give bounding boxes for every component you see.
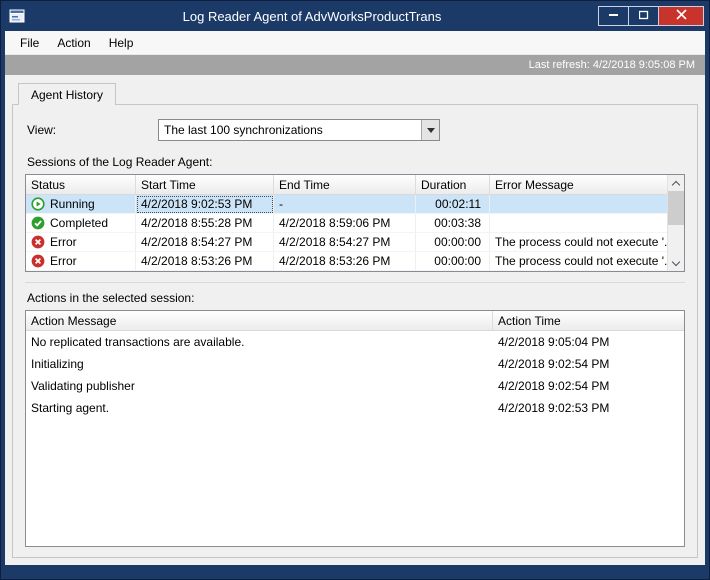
view-dropdown-value: The last 100 synchronizations bbox=[164, 123, 323, 137]
session-duration: 00:00:00 bbox=[416, 252, 490, 271]
session-status: Completed bbox=[50, 216, 109, 230]
action-time: 4/2/2018 9:02:54 PM bbox=[498, 357, 610, 371]
sessions-header: Status Start Time End Time Duration Erro… bbox=[26, 175, 684, 195]
session-duration: 00:02:11 bbox=[416, 195, 490, 214]
close-icon bbox=[675, 9, 687, 23]
sessions-table: Status Start Time End Time Duration Erro… bbox=[25, 174, 685, 272]
column-header-error-message[interactable]: Error Message bbox=[490, 175, 667, 194]
action-row[interactable]: Starting agent. 4/2/2018 9:02:53 PM bbox=[26, 397, 684, 419]
tab-agent-history[interactable]: Agent History bbox=[18, 83, 117, 105]
window-icon bbox=[9, 8, 25, 24]
close-button[interactable] bbox=[658, 6, 704, 26]
action-time: 4/2/2018 9:02:53 PM bbox=[498, 401, 610, 415]
error-status-icon bbox=[31, 235, 45, 249]
actions-table: Action Message Action Time No replicated… bbox=[25, 310, 685, 547]
action-message: Validating publisher bbox=[31, 379, 135, 393]
action-message: No replicated transactions are available… bbox=[31, 335, 245, 349]
column-header-duration[interactable]: Duration bbox=[416, 175, 490, 194]
session-status: Error bbox=[50, 254, 77, 268]
session-end-time: 4/2/2018 8:59:06 PM bbox=[274, 214, 416, 233]
agent-history-panel: View: The last 100 synchronizations Sess… bbox=[12, 104, 698, 558]
section-divider bbox=[25, 282, 685, 283]
session-error-message bbox=[490, 214, 667, 233]
column-header-start-time[interactable]: Start Time bbox=[136, 175, 274, 194]
maximize-button[interactable] bbox=[628, 6, 659, 26]
session-duration: 00:03:38 bbox=[416, 214, 490, 233]
view-dropdown[interactable]: The last 100 synchronizations bbox=[158, 119, 440, 141]
running-status-icon bbox=[31, 197, 45, 211]
minimize-button[interactable] bbox=[598, 6, 629, 26]
scroll-up-button[interactable] bbox=[668, 175, 684, 191]
action-time: 4/2/2018 9:02:54 PM bbox=[498, 379, 610, 393]
action-time: 4/2/2018 9:05:04 PM bbox=[498, 335, 610, 349]
log-reader-agent-window: Log Reader Agent of AdvWorksProductTrans… bbox=[0, 0, 710, 580]
session-end-time: 4/2/2018 8:54:27 PM bbox=[274, 233, 416, 252]
action-message: Initializing bbox=[31, 357, 84, 371]
menu-file[interactable]: File bbox=[11, 33, 48, 53]
session-end-time: 4/2/2018 8:53:26 PM bbox=[274, 252, 416, 271]
sessions-label: Sessions of the Log Reader Agent: bbox=[27, 155, 213, 169]
actions-label: Actions in the selected session: bbox=[27, 291, 195, 305]
session-error-message: The process could not execute '... bbox=[490, 233, 667, 252]
refresh-status-bar: Last refresh: 4/2/2018 9:05:08 PM bbox=[5, 55, 705, 75]
session-row[interactable]: Completed 4/2/2018 8:55:28 PM 4/2/2018 8… bbox=[26, 214, 684, 233]
action-message: Starting agent. bbox=[31, 401, 110, 415]
actions-header: Action Message Action Time bbox=[26, 311, 684, 331]
session-row[interactable]: Error 4/2/2018 8:54:27 PM 4/2/2018 8:54:… bbox=[26, 233, 684, 252]
session-start-time: 4/2/2018 9:02:53 PM bbox=[136, 195, 274, 214]
session-start-time: 4/2/2018 8:53:26 PM bbox=[136, 252, 274, 271]
session-start-time: 4/2/2018 8:55:28 PM bbox=[136, 214, 274, 233]
chevron-down-icon bbox=[671, 257, 681, 266]
column-header-action-time[interactable]: Action Time bbox=[493, 311, 684, 330]
tab-strip: Agent History bbox=[12, 82, 698, 105]
error-status-icon bbox=[31, 254, 45, 268]
session-status: Error bbox=[50, 235, 77, 249]
scroll-down-button[interactable] bbox=[668, 255, 684, 271]
scrollbar-thumb[interactable] bbox=[668, 191, 684, 225]
column-header-action-message[interactable]: Action Message bbox=[26, 311, 493, 330]
title-bar: Log Reader Agent of AdvWorksProductTrans bbox=[1, 1, 709, 31]
view-row: View: The last 100 synchronizations bbox=[27, 119, 685, 141]
action-row[interactable]: No replicated transactions are available… bbox=[26, 331, 684, 353]
menu-help[interactable]: Help bbox=[100, 33, 143, 53]
caption-buttons bbox=[598, 6, 704, 26]
chevron-down-icon bbox=[426, 127, 435, 133]
session-error-message: The process could not execute '... bbox=[490, 252, 667, 271]
session-error-message bbox=[490, 195, 667, 214]
menu-bar: File Action Help bbox=[5, 31, 705, 55]
window-body: File Action Help Last refresh: 4/2/2018 … bbox=[5, 31, 705, 565]
session-row[interactable]: Running 4/2/2018 9:02:53 PM - 00:02:11 bbox=[26, 195, 684, 214]
tab-control: Agent History View: The last 100 synchro… bbox=[5, 75, 705, 565]
action-row[interactable]: Validating publisher 4/2/2018 9:02:54 PM bbox=[26, 375, 684, 397]
session-row[interactable]: Error 4/2/2018 8:53:26 PM 4/2/2018 8:53:… bbox=[26, 252, 684, 271]
action-row[interactable]: Initializing 4/2/2018 9:02:54 PM bbox=[26, 353, 684, 375]
session-duration: 00:00:00 bbox=[416, 233, 490, 252]
dropdown-button[interactable] bbox=[421, 120, 439, 140]
session-start-time: 4/2/2018 8:54:27 PM bbox=[136, 233, 274, 252]
session-end-time: - bbox=[274, 195, 416, 214]
window-title: Log Reader Agent of AdvWorksProductTrans bbox=[182, 8, 442, 24]
column-header-end-time[interactable]: End Time bbox=[274, 175, 416, 194]
session-status: Running bbox=[50, 197, 95, 211]
minimize-icon bbox=[608, 9, 619, 23]
column-header-status[interactable]: Status bbox=[26, 175, 136, 194]
chevron-up-icon bbox=[671, 180, 681, 189]
view-label: View: bbox=[27, 123, 57, 137]
maximize-icon bbox=[638, 9, 649, 23]
last-refresh-text: Last refresh: 4/2/2018 9:05:08 PM bbox=[528, 59, 695, 71]
completed-status-icon bbox=[31, 216, 45, 230]
sessions-scrollbar[interactable] bbox=[667, 175, 684, 271]
menu-action[interactable]: Action bbox=[48, 33, 99, 53]
